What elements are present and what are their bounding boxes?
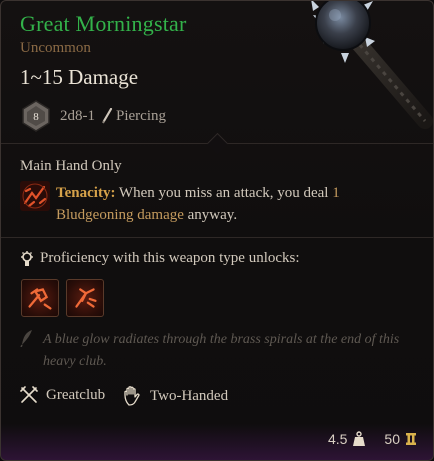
piercing-icon xyxy=(102,108,113,124)
hand-requirement: Main Hand Only xyxy=(20,158,122,174)
handedness-property: Two-Handed xyxy=(124,386,228,406)
passive-damage-kind: Bludgeoning damage xyxy=(56,207,184,223)
divider-notch xyxy=(206,132,229,155)
die-face-label: 8 xyxy=(33,111,39,123)
damage-roll: 2d8-1 xyxy=(60,107,95,124)
damage-type: Piercing xyxy=(116,107,166,124)
item-rarity: Uncommon xyxy=(20,40,91,56)
damage-roll-row: 8 2d8-1 Piercing xyxy=(21,100,166,132)
passive-text-1: When you miss an attack, you deal xyxy=(115,185,333,201)
tenacity-icon xyxy=(20,181,50,211)
ability-icon-1[interactable] xyxy=(21,279,59,317)
proficiency-label: Proficiency with this weapon type unlock… xyxy=(40,250,300,266)
damage-range: 1~15 Damage xyxy=(20,65,139,89)
item-tooltip: Great Morningstar Uncommon 1~15 Damage 8… xyxy=(0,0,434,461)
weapon-type-label: Greatclub xyxy=(46,386,106,403)
ability-1-icon xyxy=(28,288,52,310)
divider xyxy=(1,237,433,238)
weight-icon xyxy=(353,431,366,446)
hand-icon xyxy=(124,386,140,406)
gold-coin-icon xyxy=(406,433,416,445)
item-footer: 4.5 50 xyxy=(328,431,417,447)
crossed-weapons-icon xyxy=(20,386,38,403)
quill-icon xyxy=(20,330,32,347)
weapon-type-property: Greatclub xyxy=(20,386,105,404)
weight-value: 4.5 xyxy=(327,431,348,447)
price-value: 50 xyxy=(384,431,400,447)
tenacity-description: Tenacity: When you miss an attack, you d… xyxy=(56,182,416,226)
handedness-label: Two-Handed xyxy=(150,387,229,404)
ability-2-icon xyxy=(75,288,97,308)
passive-text-2: anyway. xyxy=(183,207,238,223)
item-name: Great Morningstar xyxy=(20,11,187,36)
passive-name: Tenacity: xyxy=(56,185,116,201)
passive-amount: 1 xyxy=(332,185,340,201)
morningstar-image xyxy=(311,1,433,129)
proficiency-row: Proficiency with this weapon type unlock… xyxy=(20,250,300,267)
proficiency-icon xyxy=(21,250,33,266)
ability-icon-2[interactable] xyxy=(66,279,104,317)
flavor-text: A blue glow radiates through the brass s… xyxy=(43,332,400,369)
d8-die-icon: 8 xyxy=(22,100,50,132)
